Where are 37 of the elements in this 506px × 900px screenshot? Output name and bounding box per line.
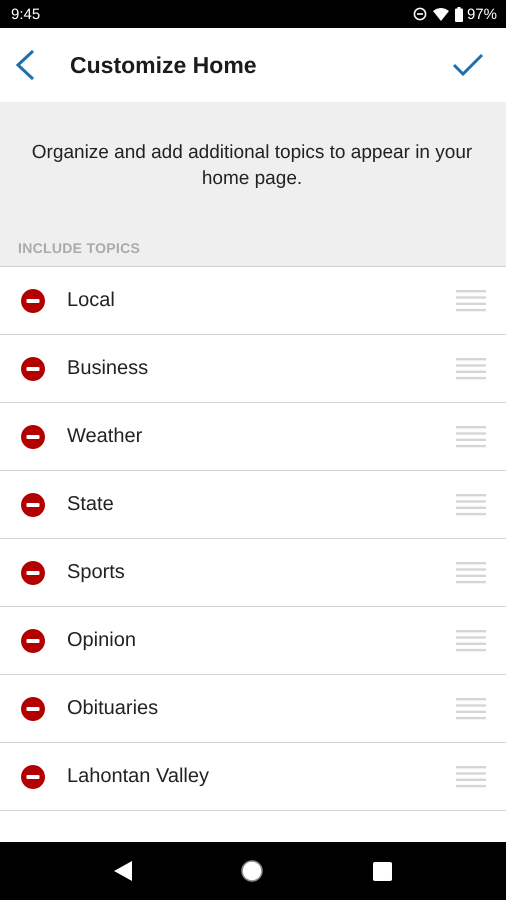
home-nav-icon[interactable] xyxy=(240,859,264,883)
confirm-check-icon[interactable] xyxy=(452,53,484,77)
back-icon[interactable] xyxy=(14,49,36,81)
topic-label: Weather xyxy=(67,425,144,448)
topic-label: State xyxy=(67,493,115,516)
drag-handle-icon[interactable] xyxy=(456,494,486,516)
drag-handle-icon[interactable] xyxy=(456,698,486,720)
remove-icon[interactable] xyxy=(20,356,46,382)
topic-label: Lahontan Valley xyxy=(67,765,210,788)
back-nav-icon[interactable] xyxy=(114,861,132,881)
remove-icon[interactable] xyxy=(20,560,46,586)
remove-icon[interactable] xyxy=(20,492,46,518)
remove-icon[interactable] xyxy=(20,628,46,654)
battery-percent: 97% xyxy=(466,6,497,22)
drag-handle-icon[interactable] xyxy=(456,562,486,584)
status-time: 9:45 xyxy=(11,6,40,22)
remove-icon[interactable] xyxy=(20,424,46,450)
drag-handle-icon[interactable] xyxy=(456,426,486,448)
topic-label: Opinion xyxy=(67,629,137,652)
drag-handle-icon[interactable] xyxy=(456,290,486,312)
drag-handle-icon[interactable] xyxy=(456,358,486,380)
page-title: Customize Home xyxy=(70,52,258,78)
drag-handle-icon[interactable] xyxy=(456,766,486,788)
remove-icon[interactable] xyxy=(20,696,46,722)
battery-icon xyxy=(454,6,463,22)
intro-text: Organize and add additional topics to appear in your home page. xyxy=(30,141,474,191)
recents-nav-icon[interactable] xyxy=(372,862,392,880)
topic-label: Obituaries xyxy=(67,697,160,720)
topic-label: Business xyxy=(67,357,150,380)
topic-label: Local xyxy=(67,289,116,312)
wifi-icon xyxy=(432,8,449,20)
drag-handle-icon[interactable] xyxy=(456,630,486,652)
topic-label: Sports xyxy=(67,561,126,584)
remove-icon[interactable] xyxy=(20,288,46,314)
do-not-disturb-icon xyxy=(412,7,427,21)
remove-icon[interactable] xyxy=(20,764,46,790)
section-label: INCLUDE TOPICS xyxy=(18,240,142,256)
